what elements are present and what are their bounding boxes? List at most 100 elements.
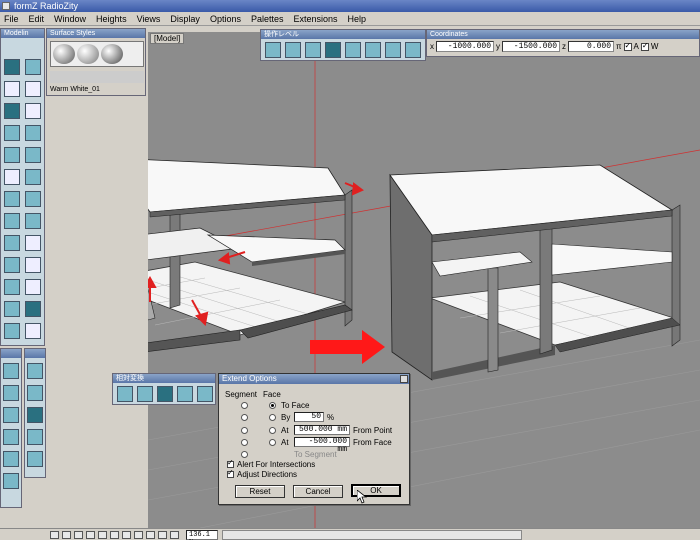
rectangle-tool-icon[interactable] (4, 81, 20, 97)
close-icon[interactable] (400, 375, 408, 383)
segment-by-radio[interactable] (241, 414, 248, 421)
snap-icon[interactable] (62, 531, 71, 539)
face-at-point-radio[interactable] (269, 427, 276, 434)
op-object-icon[interactable] (265, 42, 281, 58)
column-tool-icon[interactable] (4, 257, 20, 273)
menu-help[interactable]: Help (348, 14, 367, 24)
view-top-icon[interactable] (3, 363, 19, 379)
swatch-sphere-3[interactable] (101, 44, 123, 64)
mirror-transform-icon[interactable] (197, 386, 213, 402)
menu-extensions[interactable]: Extensions (294, 14, 338, 24)
plan-view-icon[interactable] (27, 407, 43, 423)
menu-views[interactable]: Views (137, 14, 161, 24)
extend-transform-icon[interactable] (157, 386, 173, 402)
wall-tool-icon[interactable] (25, 169, 41, 185)
swatch-sphere-1[interactable] (53, 44, 75, 64)
op-point-icon[interactable] (285, 42, 301, 58)
stairs-tool-icon[interactable] (4, 147, 20, 163)
z-coordinate-input[interactable] (568, 41, 614, 52)
menu-window[interactable]: Window (54, 14, 86, 24)
menu-palettes[interactable]: Palettes (251, 14, 284, 24)
op-all-icon[interactable] (405, 42, 421, 58)
plane-tool-icon[interactable] (4, 235, 20, 251)
measure-tool-icon[interactable] (4, 301, 20, 317)
menu-heights[interactable]: Heights (96, 14, 127, 24)
detail-view-icon[interactable] (27, 429, 43, 445)
camera-tool-icon[interactable] (25, 323, 41, 339)
segment-at-point-radio[interactable] (241, 427, 248, 434)
face-to-face-radio[interactable] (269, 402, 276, 409)
rotate-transform-icon[interactable] (137, 386, 153, 402)
adjust-directions-checkbox[interactable] (227, 468, 234, 478)
ortho-icon[interactable] (74, 531, 83, 539)
slab-tool-icon[interactable] (25, 147, 41, 163)
segment-to-face-radio[interactable] (241, 402, 248, 409)
extrude-tool-icon[interactable] (25, 59, 41, 75)
swatch-sphere-2[interactable] (77, 44, 99, 64)
menu-options[interactable]: Options (210, 14, 241, 24)
no-entry-icon[interactable] (110, 531, 119, 539)
op-face-icon[interactable] (325, 42, 341, 58)
cancel-button[interactable]: Cancel (293, 485, 343, 498)
view-persp-icon[interactable] (3, 473, 19, 489)
at-face-distance-input[interactable]: -500.000 mm (294, 437, 350, 454)
horizontal-scrollbar[interactable] (222, 530, 522, 540)
union-tool-icon[interactable] (4, 213, 20, 229)
by-percent-input[interactable]: 50 (294, 412, 324, 422)
diamond-tool-icon[interactable] (25, 257, 41, 273)
view-front-icon[interactable] (3, 385, 19, 401)
menu-display[interactable]: Display (170, 14, 200, 24)
view-axon-icon[interactable] (3, 429, 19, 445)
pointer-tool-icon[interactable] (25, 103, 41, 119)
boolean-tool-icon[interactable] (25, 191, 41, 207)
info-tool-icon[interactable] (25, 279, 41, 295)
y-coordinate-input[interactable] (502, 41, 560, 52)
view-iso-icon[interactable] (3, 451, 19, 467)
render-icon[interactable] (98, 531, 107, 539)
alert-intersections-checkbox[interactable] (227, 458, 234, 468)
reset-button[interactable]: Reset (235, 485, 285, 498)
move-tool-icon[interactable] (4, 125, 20, 141)
segment-at-face-radio[interactable] (241, 439, 248, 446)
op-group-icon[interactable] (385, 42, 401, 58)
menu-file[interactable]: File (4, 14, 19, 24)
op-segment-icon[interactable] (305, 42, 321, 58)
elev-view-icon[interactable] (27, 451, 43, 467)
grid-view-icon[interactable] (27, 363, 43, 379)
segment-to-segment-radio[interactable] (241, 451, 248, 458)
section-view-icon[interactable] (27, 385, 43, 401)
op-outline-icon[interactable] (345, 42, 361, 58)
zoom-out-icon[interactable] (146, 531, 155, 539)
pan-icon[interactable] (122, 531, 131, 539)
op-hole-icon[interactable] (365, 42, 381, 58)
view-side-icon[interactable] (3, 407, 19, 423)
zoom-in-icon[interactable] (134, 531, 143, 539)
x-coordinate-input[interactable] (436, 41, 494, 52)
sphere-tool-icon[interactable] (4, 279, 20, 295)
world-checkbox[interactable] (640, 41, 649, 51)
layer-icon[interactable] (86, 531, 95, 539)
intersect-tool-icon[interactable] (25, 213, 41, 229)
zoom-level-field[interactable]: 136.1 % (186, 530, 218, 540)
curve-tool-icon[interactable] (4, 169, 20, 185)
menu-edit[interactable]: Edit (29, 14, 45, 24)
face-tool-icon[interactable] (4, 103, 20, 119)
view-name-label[interactable]: [Model] (150, 33, 185, 44)
at-point-distance-input[interactable]: 500.000 mm (294, 425, 350, 435)
move-transform-icon[interactable] (117, 386, 133, 402)
rotate-tool-icon[interactable] (25, 125, 41, 141)
extend-tool-icon[interactable] (25, 301, 41, 317)
face-at-face-radio[interactable] (269, 439, 276, 446)
grid-snap-icon[interactable] (50, 531, 59, 539)
window-title-bar: formZ RadioZity (0, 0, 700, 12)
line-tool-icon[interactable] (25, 81, 41, 97)
shape-tool-icon[interactable] (25, 235, 41, 251)
zoom-window-icon[interactable] (158, 531, 167, 539)
face-by-radio[interactable] (269, 414, 276, 421)
scale-transform-icon[interactable] (177, 386, 193, 402)
absolute-checkbox[interactable] (623, 41, 632, 51)
cube-tool-icon[interactable] (4, 59, 20, 75)
delete-tool-icon[interactable] (4, 323, 20, 339)
zoom-fit-icon[interactable] (170, 531, 179, 539)
split-tool-icon[interactable] (4, 191, 20, 207)
